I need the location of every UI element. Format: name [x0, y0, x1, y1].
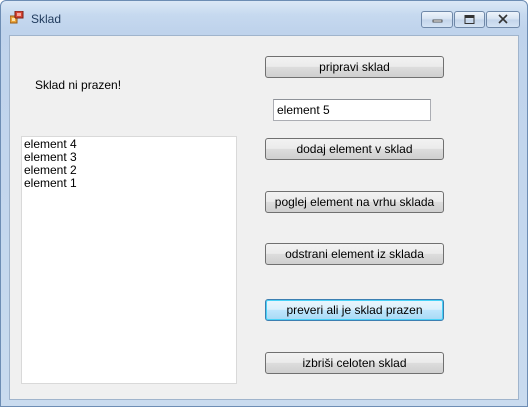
title-bar[interactable]: Sklad	[1, 1, 527, 35]
minimize-button[interactable]	[421, 11, 453, 28]
check-empty-button[interactable]: preveri ali je sklad prazen	[265, 299, 444, 321]
app-icon	[10, 11, 24, 24]
pop-element-button[interactable]: odstrani element iz sklada	[265, 243, 444, 265]
status-label: Sklad ni prazen!	[35, 78, 122, 92]
stack-listbox[interactable]: element 4 element 3 element 2 element 1	[21, 136, 237, 384]
window-title: Sklad	[31, 12, 62, 26]
clear-stack-button[interactable]: izbriši celoten sklad	[265, 352, 444, 374]
element-input[interactable]: element 5	[273, 99, 431, 121]
prepare-stack-button[interactable]: pripravi sklad	[265, 56, 444, 78]
client-area: Sklad ni prazen! element 4 element 3 ele…	[9, 35, 519, 400]
close-icon	[498, 14, 508, 24]
maximize-icon	[464, 15, 475, 24]
push-element-button[interactable]: dodaj element v sklad	[265, 138, 444, 160]
list-item[interactable]: element 1	[24, 177, 234, 190]
minimize-icon	[432, 19, 443, 23]
close-button[interactable]	[486, 11, 520, 28]
peek-element-button[interactable]: poglej element na vrhu sklada	[265, 191, 444, 213]
app-window: Sklad Sklad ni prazen! element 4 element…	[0, 0, 528, 407]
maximize-button[interactable]	[454, 11, 485, 28]
